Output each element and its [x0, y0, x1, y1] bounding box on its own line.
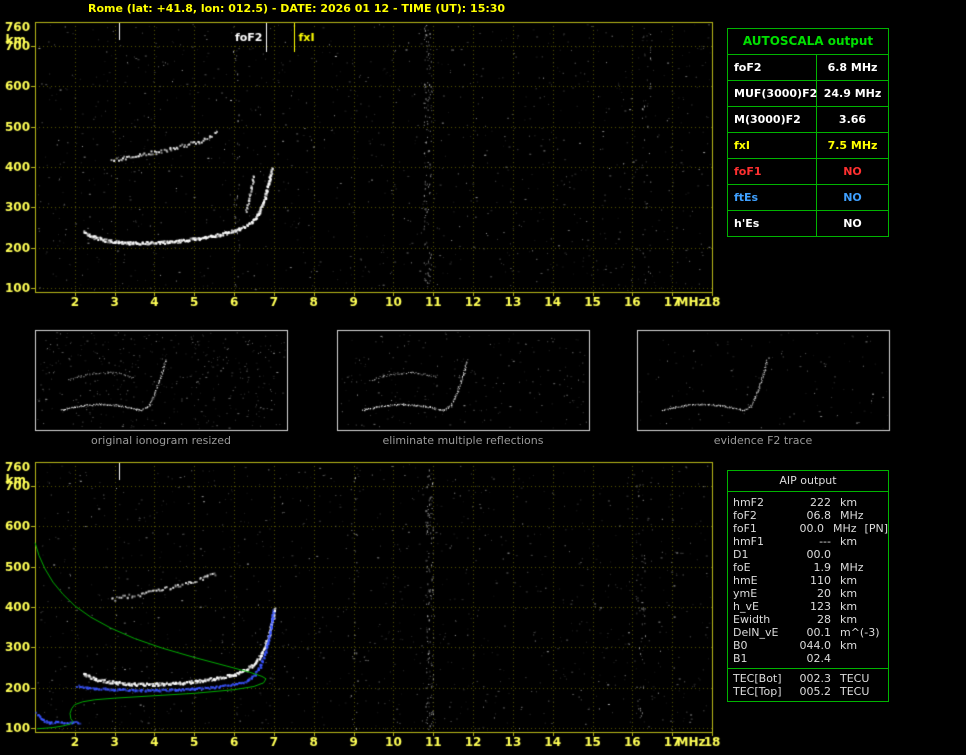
- parameter-unit: km: [840, 587, 858, 600]
- table-row: ftEs NO: [728, 185, 888, 211]
- page-title: Rome (lat: +41.8, lon: 012.5) - DATE: 20…: [88, 2, 506, 15]
- table-row: foF2 6.8 MHz: [728, 55, 888, 81]
- parameter-label: TEC[Top]: [733, 685, 782, 698]
- aip-output-table: AIP output hmF2 222 km foF2 06.8 MHz foF1 00.0 M…: [727, 470, 889, 702]
- parameter-value: 20: [817, 587, 831, 600]
- parameter-value: 110: [810, 574, 831, 587]
- parameter-value: NO: [843, 165, 862, 178]
- parameter-label: foF2: [733, 509, 757, 522]
- parameter-value: 002.3: [799, 672, 832, 685]
- autoscala-output-table: AUTOSCALA output foF2 6.8 MHz MUF(3000)F2 2…: [727, 28, 889, 237]
- table-row: hmF1 --- km: [728, 535, 888, 548]
- parameter-unit: km: [840, 496, 858, 509]
- parameter-unit: [831, 548, 840, 561]
- table-row: MUF(3000)F2 24.9 MHz: [728, 81, 888, 107]
- parameter-unit: km: [840, 600, 858, 613]
- table-row: h_vE 123 km: [728, 600, 888, 613]
- table-row: M(3000)F2 3.66: [728, 107, 888, 133]
- parameter-value: 00.0: [806, 548, 832, 561]
- parameter-value: 222: [810, 496, 831, 509]
- parameter-label: ftEs: [728, 185, 817, 210]
- parameter-label: Ewidth: [733, 613, 771, 626]
- aip-table-title: AIP output: [728, 471, 888, 492]
- parameter-value: 123: [810, 600, 831, 613]
- parameter-label: B0: [733, 639, 748, 652]
- parameter-label: M(3000)F2: [728, 107, 817, 132]
- aip-table-rows: hmF2 222 km foF2 06.8 MHz foF1 00.0 MHz [PN] hmF1-…: [728, 492, 888, 701]
- parameter-value: ---: [819, 535, 831, 548]
- parameter-unit: MHz: [840, 509, 864, 522]
- parameter-value: 00.0: [799, 522, 825, 535]
- parameter-unit: km: [840, 535, 858, 548]
- parameter-value: NO: [843, 191, 862, 204]
- parameter-label: MUF(3000)F2: [728, 81, 817, 106]
- parameter-value: 24.9 MHz: [823, 87, 882, 100]
- parameter-note: [PN]: [864, 522, 888, 535]
- table-row: foF2 06.8 MHz: [728, 509, 888, 522]
- parameter-label: B1: [733, 652, 748, 665]
- parameter-label: foF1: [733, 522, 757, 535]
- parameter-unit: km: [840, 613, 858, 626]
- parameter-label: h'Es: [728, 211, 817, 236]
- table-row: hmE 110 km: [728, 574, 888, 587]
- parameter-label: foF1: [728, 159, 817, 184]
- parameter-value: 005.2: [799, 685, 832, 698]
- parameter-label: h_vE: [733, 600, 759, 613]
- parameter-unit: MHz: [840, 561, 864, 574]
- parameter-label: foF2: [728, 55, 817, 80]
- thumbnail-caption-eliminate: eliminate multiple reflections: [382, 434, 544, 447]
- table-row: foE 1.9 MHz: [728, 561, 888, 574]
- table-row: Ewidth 28 km: [728, 613, 888, 626]
- parameter-value: 06.8: [806, 509, 832, 522]
- parameter-unit: TECU: [840, 685, 870, 698]
- table-separator: [728, 668, 888, 669]
- parameter-value: 02.4: [806, 652, 832, 665]
- autoscala-table-rows: foF2 6.8 MHz MUF(3000)F2 24.9 MHz M(3000)F2 3…: [728, 55, 888, 236]
- parameter-value: 28: [817, 613, 831, 626]
- table-row: D1 00.0: [728, 548, 888, 561]
- parameter-value: 6.8 MHz: [827, 61, 878, 74]
- parameter-unit: km: [840, 639, 858, 652]
- thumbnail-caption-original: original ionogram resized: [91, 434, 231, 447]
- parameter-label: D1: [733, 548, 749, 561]
- table-row: fxI 7.5 MHz: [728, 133, 888, 159]
- parameter-label: hmF1: [733, 535, 765, 548]
- table-row: TEC[Top] 005.2 TECU: [728, 685, 888, 698]
- table-row: B0 044.0 km: [728, 639, 888, 652]
- parameter-unit: MHz: [833, 522, 857, 535]
- parameter-label: DelN_vE: [733, 626, 779, 639]
- parameter-label: TEC[Bot]: [733, 672, 782, 685]
- parameter-label: foE: [733, 561, 751, 574]
- table-row: foF1 00.0 MHz [PN]: [728, 522, 888, 535]
- table-row: hmF2 222 km: [728, 496, 888, 509]
- table-row: DelN_vE 00.1 m^(-3): [728, 626, 888, 639]
- parameter-unit: TECU: [840, 672, 870, 685]
- parameter-value: 7.5 MHz: [827, 139, 878, 152]
- parameter-label: fxI: [728, 133, 817, 158]
- table-row: foF1 NO: [728, 159, 888, 185]
- parameter-unit: km: [840, 574, 858, 587]
- parameter-label: ymE: [733, 587, 758, 600]
- parameter-value: 00.1: [806, 626, 832, 639]
- table-row: ymE 20 km: [728, 587, 888, 600]
- parameter-value: NO: [843, 217, 862, 230]
- table-row: B1 02.4: [728, 652, 888, 665]
- parameter-value: 044.0: [799, 639, 832, 652]
- parameter-unit: m^(-3): [840, 626, 880, 639]
- table-row: TEC[Bot] 002.3 TECU: [728, 672, 888, 685]
- parameter-label: hmF2: [733, 496, 765, 509]
- thumbnail-caption-evidence: evidence F2 trace: [713, 434, 813, 447]
- parameter-value: 1.9: [813, 561, 832, 574]
- autoscala-table-title: AUTOSCALA output: [728, 29, 888, 55]
- parameter-unit: [831, 652, 840, 665]
- parameter-label: hmE: [733, 574, 758, 587]
- parameter-value: 3.66: [838, 113, 867, 126]
- table-row: h'Es NO: [728, 211, 888, 236]
